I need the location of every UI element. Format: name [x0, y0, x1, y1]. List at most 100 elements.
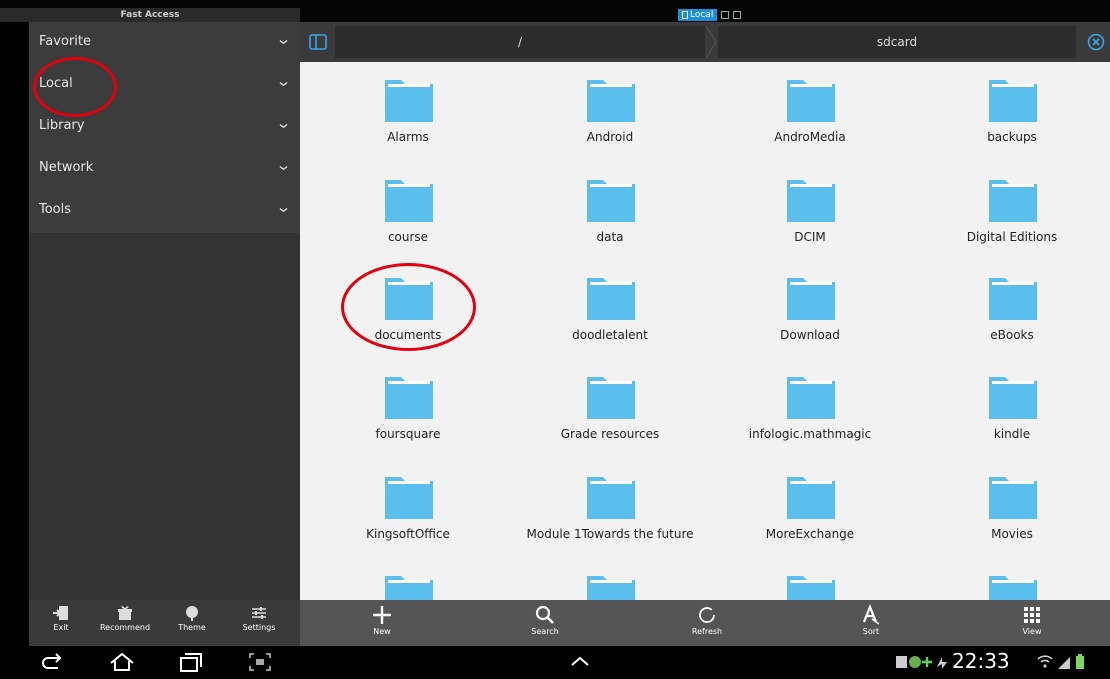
- view-label: View: [1022, 627, 1042, 636]
- signal-battery-icons: [1037, 654, 1084, 669]
- folder-item[interactable]: [510, 558, 710, 600]
- folder-label: foursquare: [375, 427, 441, 441]
- view-button[interactable]: View: [1002, 604, 1062, 644]
- sidebar-menu: Favorite Local Library Network Tools: [29, 22, 300, 233]
- folder-icon: [787, 377, 835, 419]
- folder-item[interactable]: kindle: [912, 359, 1110, 455]
- folder-icon: [587, 477, 635, 519]
- sidebar-item-favorite[interactable]: Favorite: [29, 22, 300, 62]
- notification-icons: [896, 656, 947, 669]
- annotation-circle-documents: [341, 263, 476, 351]
- folder-label: infologic.mathmagic: [748, 427, 872, 441]
- folder-item[interactable]: infologic.mathmagic: [710, 359, 910, 455]
- folder-icon: [787, 180, 835, 222]
- home-icon[interactable]: [108, 650, 136, 674]
- folder-label: MoreExchange: [765, 527, 855, 541]
- folder-icon: [787, 80, 835, 122]
- gift-icon: [118, 606, 132, 620]
- recommend-button[interactable]: Recommend: [95, 604, 155, 644]
- sort-icon: [862, 604, 880, 625]
- breadcrumb-separator-icon: [705, 26, 717, 58]
- folder-label: course: [387, 230, 429, 244]
- main-toolbar: New Search Refresh Sort View: [300, 600, 1110, 646]
- tab-library-icon[interactable]: [721, 11, 730, 19]
- settings-button[interactable]: Settings: [229, 604, 289, 644]
- refresh-button[interactable]: Refresh: [677, 604, 737, 644]
- folder-item[interactable]: foursquare: [308, 359, 508, 455]
- breadcrumb-current[interactable]: sdcard: [718, 26, 1076, 58]
- theme-button[interactable]: Theme: [162, 604, 222, 644]
- grid-view-icon: [1024, 607, 1040, 623]
- folder-item[interactable]: MoreExchange: [710, 459, 910, 555]
- folder-icon: [989, 180, 1037, 222]
- chevron-down-icon: [279, 208, 288, 213]
- folder-icon: [989, 576, 1037, 600]
- new-label: New: [373, 627, 391, 636]
- folder-icon: [787, 576, 835, 600]
- folder-icon: [587, 80, 635, 122]
- folder-label: DCIM: [794, 230, 826, 244]
- folder-item[interactable]: Android: [510, 62, 710, 158]
- folder-item[interactable]: Download: [710, 260, 910, 356]
- search-button[interactable]: Search: [515, 604, 575, 644]
- plus-icon: [373, 606, 391, 624]
- folder-icon: [989, 80, 1037, 122]
- recent-apps-icon[interactable]: [177, 650, 205, 674]
- tab-local-label: Local: [690, 10, 714, 20]
- sidebar-item-network[interactable]: Network: [29, 148, 300, 188]
- folder-item[interactable]: [710, 558, 910, 600]
- folder-label: eBooks: [990, 328, 1034, 342]
- refresh-label: Refresh: [691, 627, 723, 636]
- folder-icon: [587, 278, 635, 320]
- folder-item[interactable]: eBooks: [912, 260, 1110, 356]
- screenshot-icon[interactable]: [246, 650, 274, 674]
- folder-icon: [587, 377, 635, 419]
- chevron-down-icon: [279, 166, 288, 171]
- folder-item[interactable]: doodletalent: [510, 260, 710, 356]
- folder-item[interactable]: Grade resources: [510, 359, 710, 455]
- folder-item[interactable]: [912, 558, 1110, 600]
- theme-label: Theme: [178, 623, 206, 632]
- folder-item[interactable]: [308, 558, 508, 600]
- folder-label: Digital Editions: [966, 230, 1058, 244]
- tab-local[interactable]: Local: [678, 9, 718, 21]
- storage-icon[interactable]: [308, 32, 328, 52]
- folder-item[interactable]: Digital Editions: [912, 162, 1110, 258]
- folder-label: kindle: [993, 427, 1031, 441]
- folder-label: KingsoftOffice: [366, 527, 450, 541]
- chevron-up-icon[interactable]: [566, 650, 594, 674]
- top-status-bar: Fast Access Local: [0, 0, 1110, 22]
- folder-item[interactable]: backups: [912, 62, 1110, 158]
- folder-item[interactable]: Movies: [912, 459, 1110, 555]
- annotation-circle-local: [33, 57, 117, 117]
- folder-item[interactable]: Module 1Towards the future: [510, 459, 710, 555]
- folder-item[interactable]: data: [510, 162, 710, 258]
- folder-item[interactable]: Alarms: [308, 62, 508, 158]
- folder-label: backups: [987, 130, 1037, 144]
- search-label: Search: [531, 627, 559, 636]
- sort-button[interactable]: Sort: [841, 604, 901, 644]
- folder-label: AndroMedia: [774, 130, 846, 144]
- folder-item[interactable]: KingsoftOffice: [308, 459, 508, 555]
- new-button[interactable]: New: [352, 604, 412, 644]
- exit-button[interactable]: Exit: [31, 604, 91, 644]
- folder-item[interactable]: DCIM: [710, 162, 910, 258]
- tab-network-icon[interactable]: [733, 11, 742, 19]
- fast-access-title: Fast Access: [0, 8, 300, 22]
- folder-item[interactable]: AndroMedia: [710, 62, 910, 158]
- folder-icon: [385, 377, 433, 419]
- folder-icon: [989, 477, 1037, 519]
- folder-label: data: [596, 230, 624, 244]
- folder-label: Download: [780, 328, 840, 342]
- system-navigation-bar: 22:33: [0, 646, 1110, 679]
- sidebar-item-label: Favorite: [39, 34, 91, 49]
- sidebar-item-tools[interactable]: Tools: [29, 190, 300, 230]
- folder-icon: [385, 477, 433, 519]
- recommend-label: Recommend: [99, 623, 151, 632]
- back-icon[interactable]: [38, 650, 66, 674]
- folder-icon: [787, 278, 835, 320]
- folder-item[interactable]: course: [308, 162, 508, 258]
- breadcrumb-root[interactable]: /: [335, 26, 705, 58]
- close-icon[interactable]: [1086, 32, 1106, 52]
- search-icon: [535, 605, 554, 624]
